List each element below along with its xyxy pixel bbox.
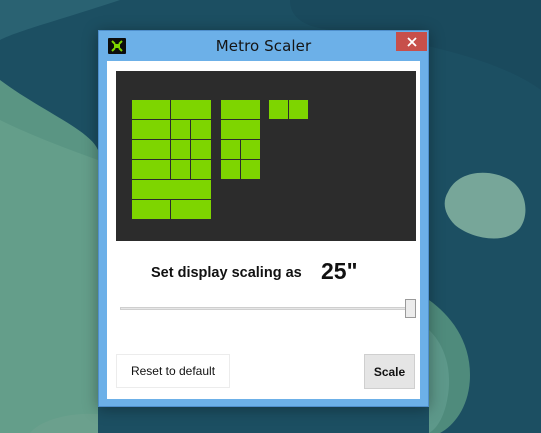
preview-tile: [132, 180, 211, 199]
close-icon: [406, 36, 417, 47]
scaling-slider-track[interactable]: [120, 307, 415, 310]
preview-tile: [221, 140, 240, 159]
preview-tile: [221, 100, 260, 119]
preview-tile: [221, 120, 260, 139]
preview-tile: [171, 200, 211, 219]
preview-tile: [171, 160, 190, 179]
preview-tile: [132, 140, 170, 159]
preview-tile: [171, 100, 211, 119]
preview-tile: [221, 160, 240, 179]
start-screen-preview: [116, 71, 416, 241]
preview-tile: [132, 100, 170, 119]
close-button[interactable]: [396, 32, 427, 51]
preview-tile: [132, 200, 170, 219]
reset-to-default-button[interactable]: Reset to default: [116, 354, 230, 388]
scaling-value: 25": [321, 258, 358, 284]
preview-tile: [241, 140, 260, 159]
window-title: Metro Scaler: [215, 37, 312, 55]
preview-tile: [132, 160, 170, 179]
preview-tile: [132, 120, 170, 139]
preview-tile: [289, 100, 308, 119]
preview-tile: [191, 160, 211, 179]
metro-scaler-window: Metro Scaler Set display scaling as 25" …: [98, 30, 429, 407]
preview-tile: [171, 140, 190, 159]
scaling-label: Set display scaling as: [151, 265, 302, 281]
window-content: Set display scaling as 25" Reset to defa…: [107, 61, 420, 399]
preview-tile: [269, 100, 288, 119]
title-bar[interactable]: Metro Scaler: [99, 31, 428, 61]
scale-button[interactable]: Scale: [364, 354, 415, 389]
preview-tile: [171, 120, 190, 139]
scaling-slider-thumb[interactable]: [405, 299, 416, 318]
preview-tile: [191, 140, 211, 159]
preview-tile: [191, 120, 211, 139]
preview-tile: [241, 160, 260, 179]
